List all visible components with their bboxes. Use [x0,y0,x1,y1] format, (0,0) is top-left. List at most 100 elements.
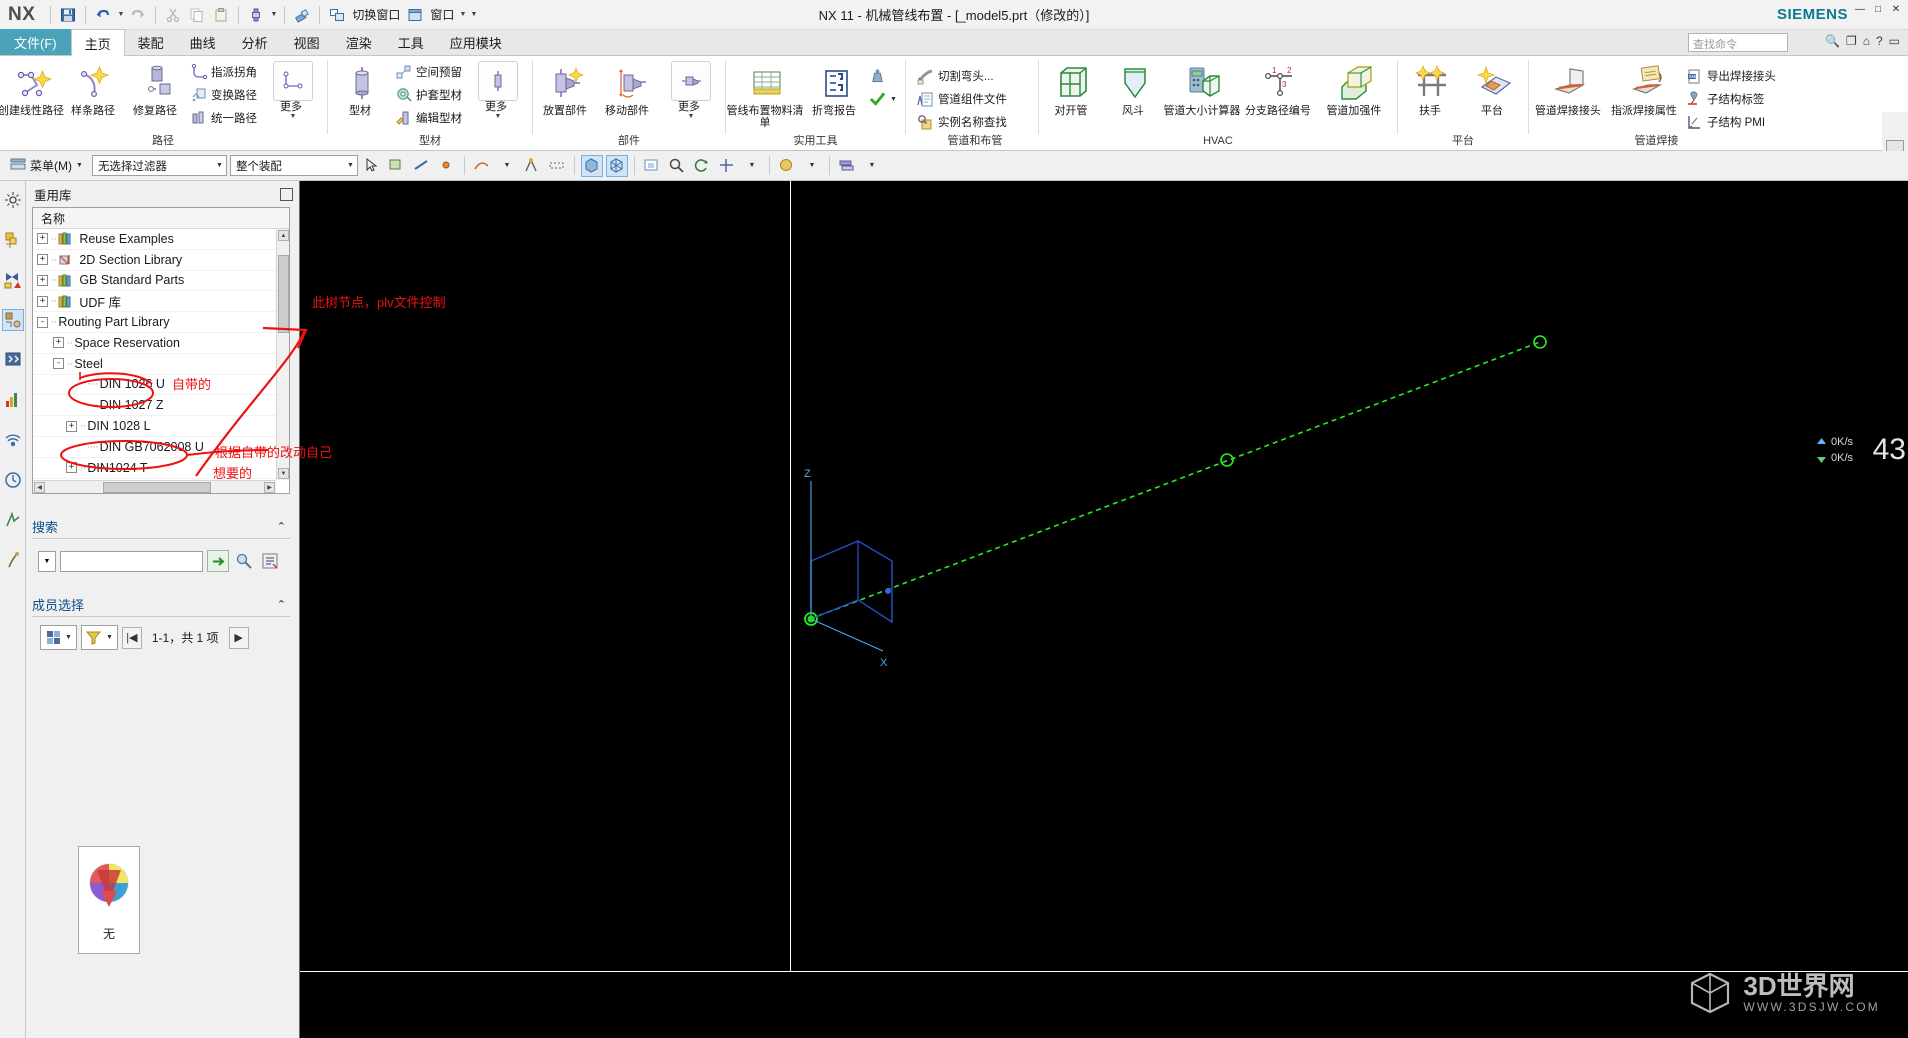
stock-more-caret[interactable]: ▼ [495,113,502,121]
switch-window-icon[interactable] [326,4,348,26]
weight-button[interactable] [867,65,902,87]
expand-toggle[interactable]: + [37,295,48,307]
tree-row-gb-standard-parts[interactable]: + ·· GB Standard Parts [33,271,289,292]
search-settings-icon[interactable] [259,550,281,572]
instance-name-find-button[interactable]: 实例名称查找 [915,111,1035,133]
web-browser-icon[interactable] [2,429,24,451]
path-more-caret[interactable]: ▼ [290,113,297,121]
member-thumbnail-card[interactable]: 无 [78,846,140,954]
move-part-button[interactable]: 移动部件 [598,59,660,119]
branch-path-number-button[interactable]: 1 2 3 分支路径编号 [1242,59,1318,119]
hopper-button[interactable]: 风斗 [1104,59,1166,119]
duct-size-calculator-button[interactable]: 管道大小计算器 [1163,59,1242,119]
export-weld-joint-button[interactable]: XML 导出焊接接头 [1684,65,1781,87]
scroll-up-button[interactable]: ▲ [278,230,289,241]
check-button[interactable]: ▼ [867,88,902,110]
snap-point-icon[interactable] [521,155,543,177]
scroll-thumb[interactable] [278,255,289,333]
assign-weld-attr-button[interactable]: 指派焊接属性 [1608,59,1684,119]
substructure-tag-button[interactable]: 子结构标签 [1684,88,1781,110]
menu-caret[interactable]: ▼ [76,162,83,169]
layer-caret[interactable]: ▼ [861,155,883,177]
pan-icon[interactable] [716,155,738,177]
tab-assembly[interactable]: 装配 [125,29,177,55]
place-part-button[interactable]: 放置部件 [536,59,598,119]
select-object-icon[interactable] [361,155,383,177]
help-icon[interactable]: ? [1876,34,1883,48]
command-search-input[interactable]: 查找命令 [1688,33,1788,52]
scroll-right-button[interactable]: ▶ [264,482,275,493]
tree-row-reuse-examples[interactable]: + ·· Reuse Examples [33,229,289,250]
expand-toggle[interactable]: + [66,420,77,432]
unify-path-button[interactable]: 统一路径 [188,107,262,129]
bend-report-button[interactable]: 折弯报告 [805,59,867,119]
next-page-button[interactable]: ▶ [228,626,249,649]
qa-overflow-caret[interactable]: ▼ [468,11,479,18]
collapse-toggle[interactable]: - [37,316,48,328]
chevron-down-icon[interactable]: ▼ [106,634,117,641]
pin-icon[interactable] [280,187,293,201]
tab-file[interactable]: 文件(F) [0,29,71,55]
tree-row-routing-part-library[interactable]: - ·· Routing Part Library [33,312,289,333]
graphics-viewport[interactable]: Z X 0K/s 0K/s 43 3D世界网 WWW.3DSJW.COM [300,181,1908,1038]
curve-rule-icon[interactable] [471,155,493,177]
hd3d-icon[interactable] [2,389,24,411]
search-input[interactable] [60,550,203,572]
check-dropdown-caret[interactable]: ▼ [890,96,897,103]
expand-toggle[interactable]: + [66,462,77,474]
scroll-thumb-h[interactable] [103,482,211,493]
minimize-button[interactable]: — [1852,2,1868,16]
tree-row-din-1027-z[interactable]: ···· DIN 1027 Z [33,395,289,417]
duct-stiffener-button[interactable]: 管道加强件 [1318,59,1394,119]
zoom-icon[interactable] [666,155,688,177]
tab-curve[interactable]: 曲线 [177,29,229,55]
repair-path-button[interactable]: 修复路径 [126,59,188,119]
routing-navigator-icon[interactable] [2,349,24,371]
select-face-icon[interactable] [386,155,408,177]
assign-corner-button[interactable]: 指派拐角 [188,61,262,83]
selection-scope-combo[interactable]: 整个装配 ▼ [229,155,358,176]
split-duct-button[interactable]: 对开管 [1042,59,1104,119]
tree-row-steel[interactable]: - ·· Steel [33,354,289,375]
member-view-mode-dropdown[interactable]: ▼ [40,625,77,650]
search-scope-combo[interactable]: ▼ [38,550,56,572]
eraser-icon[interactable] [291,4,313,26]
scroll-left-button[interactable]: ◀ [34,482,45,493]
tab-view[interactable]: 视图 [281,29,333,55]
part-navigator-icon[interactable] [2,229,24,251]
member-select-section-header[interactable]: 成员选择 ⌃ [32,593,290,617]
constraint-navigator-icon[interactable] [2,269,24,291]
window-icon[interactable] [404,4,426,26]
cut-icon[interactable] [162,4,184,26]
menu-button[interactable]: 菜单(M) ▼ [4,155,89,176]
tree-row-udf-library[interactable]: + ·· UDF 库 [33,291,289,313]
tab-home[interactable]: 主页 [70,29,125,56]
assembly-navigator-icon[interactable] [2,189,24,211]
undo-icon[interactable] [92,4,114,26]
edit-stock-button[interactable]: 编辑型材 [393,107,467,129]
expand-toggle[interactable]: + [37,274,48,286]
selection-filter-combo[interactable]: 无选择过滤器 ▼ [91,155,227,176]
expand-toggle[interactable]: + [53,337,64,349]
handrail-button[interactable]: 扶手 [1401,59,1463,119]
tab-tools[interactable]: 工具 [385,29,437,55]
process-icon[interactable] [2,509,24,531]
chevron-down-icon[interactable]: ▼ [65,634,76,641]
snap-line-icon[interactable] [546,155,568,177]
save-icon[interactable] [57,4,79,26]
pipe-component-file-button[interactable]: 管道组件文件 [915,88,1035,110]
tab-application[interactable]: 应用模块 [437,29,515,55]
style-caret[interactable]: ▼ [801,155,823,177]
transform-path-button[interactable]: 变换路径 [188,84,262,106]
window-restore-icon[interactable]: ❐ [1846,34,1857,48]
fit-view-icon[interactable] [641,155,663,177]
select-edge-icon[interactable] [411,155,433,177]
expand-toggle[interactable]: + [37,254,48,266]
first-page-button[interactable]: |◀ [121,626,142,649]
stock-button[interactable]: 型材 [331,59,393,119]
stock-more-button[interactable]: 更多 ▼ [467,59,529,123]
collapse-toggle[interactable]: - [53,358,64,370]
window-dropdown-caret[interactable]: ▼ [457,11,468,18]
scroll-down-button[interactable]: ▼ [278,468,289,479]
shaded-view-icon[interactable] [580,154,603,177]
